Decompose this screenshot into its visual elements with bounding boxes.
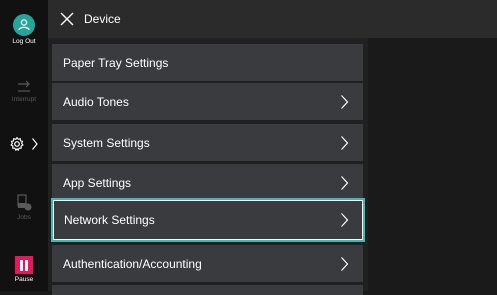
chevron-right-icon xyxy=(32,138,38,150)
header-bar: Device xyxy=(48,0,497,38)
settings-list-panel: Paper Tray Settings Audio Tones System S… xyxy=(48,38,368,295)
interrupt-button: Interrupt xyxy=(0,80,48,103)
list-item-audio-tones[interactable]: Audio Tones xyxy=(52,83,363,120)
logout-button[interactable]: Log Out xyxy=(0,14,48,45)
list-item-label: Audio Tones xyxy=(63,94,129,109)
chevron-right-icon xyxy=(340,135,349,151)
gear-icon xyxy=(10,136,24,151)
jobs-icon xyxy=(17,194,32,211)
chevron-right-icon xyxy=(340,175,349,191)
list-item-network-settings[interactable]: Network Settings xyxy=(51,198,365,242)
list-item-label: Network Settings xyxy=(64,213,155,227)
list-item-label: Authentication/Accounting xyxy=(63,256,202,271)
logout-label: Log Out xyxy=(12,38,36,45)
detail-panel xyxy=(368,38,497,291)
close-icon[interactable] xyxy=(60,12,74,26)
left-sidebar: Log Out Interrupt Jobs Pause xyxy=(0,0,48,291)
jobs-button: Jobs xyxy=(0,194,48,221)
list-item-system-settings[interactable]: System Settings xyxy=(52,124,363,161)
page-title: Device xyxy=(84,12,121,26)
chevron-right-icon xyxy=(340,212,349,228)
list-item-paper-tray-settings[interactable]: Paper Tray Settings xyxy=(52,44,363,81)
list-item-app-settings[interactable]: App Settings xyxy=(52,164,363,201)
settings-nav-button[interactable] xyxy=(0,136,48,152)
jobs-label: Jobs xyxy=(17,214,31,221)
chevron-right-icon xyxy=(340,94,349,110)
list-item-label: System Settings xyxy=(63,135,150,150)
list-item-partial xyxy=(52,285,363,295)
interrupt-icon xyxy=(18,80,30,92)
interrupt-label: Interrupt xyxy=(11,96,37,103)
list-item-label: App Settings xyxy=(63,175,132,190)
logout-icon xyxy=(13,14,35,36)
list-item-authentication-accounting[interactable]: Authentication/Accounting xyxy=(52,245,363,282)
list-item-label: Paper Tray Settings xyxy=(63,55,169,70)
chevron-right-icon xyxy=(340,256,349,272)
pause-icon xyxy=(15,256,33,274)
pause-label: Pause xyxy=(14,276,34,283)
pause-button[interactable]: Pause xyxy=(0,256,48,283)
